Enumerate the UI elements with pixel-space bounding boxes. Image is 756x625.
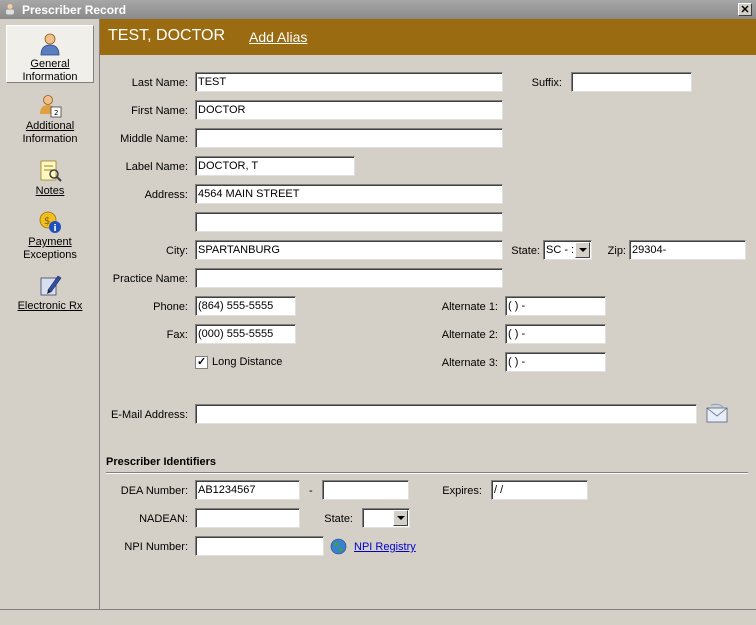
id-state-label: State: <box>324 513 353 525</box>
city-label: City: <box>166 245 188 257</box>
phone-input[interactable]: (864) 555-5555 <box>195 296 296 316</box>
dea-suffix-input[interactable] <box>322 480 409 500</box>
long-distance-label: Long Distance <box>212 356 283 368</box>
sidebar-item-label: Additional <box>25 120 75 132</box>
section-divider <box>106 472 748 474</box>
globe-icon[interactable] <box>330 538 347 555</box>
chevron-down-icon[interactable] <box>575 242 590 258</box>
status-bar <box>0 609 756 625</box>
fax-label: Fax: <box>166 329 188 341</box>
sidebar-item-additional-information[interactable]: 2 Additional Information <box>6 94 94 146</box>
label-name-label: Label Name: <box>125 161 188 173</box>
state-label: State: <box>511 245 540 257</box>
expires-input[interactable]: / / <box>491 480 588 500</box>
sidebar-item-general-information[interactable]: General Information <box>6 25 94 83</box>
person-card-icon: 2 <box>40 95 62 118</box>
svg-text:2: 2 <box>54 109 58 117</box>
middle-name-input[interactable] <box>195 128 503 148</box>
fax-input[interactable]: (000) 555-5555 <box>195 324 296 344</box>
title-bar: Prescriber Record <box>0 0 756 19</box>
phone-label: Phone: <box>153 301 188 313</box>
dea-dash: - <box>309 485 313 497</box>
npi-registry-link[interactable]: NPI Registry <box>354 541 416 553</box>
prescriber-name: TEST, DOCTOR <box>108 27 226 44</box>
last-name-label: Last Name: <box>131 77 188 89</box>
suffix-label: Suffix: <box>531 77 562 89</box>
address-label: Address: <box>144 189 188 201</box>
sidebar-item-electronic-rx[interactable]: Electronic Rx <box>6 274 94 314</box>
address-line2-input[interactable] <box>195 212 503 232</box>
prescriber-identifiers-heading: Prescriber Identifiers <box>106 456 217 468</box>
close-button[interactable]: ✕ <box>738 3 752 16</box>
pencil-icon <box>40 275 62 296</box>
suffix-input[interactable] <box>571 72 692 92</box>
app-person-icon <box>6 4 14 15</box>
npi-number-input[interactable] <box>195 536 324 556</box>
sidebar-item-payment-exceptions[interactable]: $ i Payment Exceptions <box>6 210 94 262</box>
alternate1-input[interactable]: ( ) - <box>505 296 606 316</box>
send-email-icon[interactable] <box>705 403 729 425</box>
long-distance-checkbox[interactable] <box>195 355 208 369</box>
add-alias-link[interactable]: Add Alias <box>249 29 307 45</box>
zip-input[interactable]: 29304- <box>629 240 746 260</box>
id-state-select[interactable] <box>362 508 410 528</box>
sidebar-item-label: Information <box>22 71 78 83</box>
practice-name-input[interactable] <box>195 268 503 288</box>
svg-text:i: i <box>54 224 57 234</box>
first-name-input[interactable]: DOCTOR <box>195 100 503 120</box>
sidebar-item-label: Information <box>22 133 78 145</box>
address-line1-input[interactable]: 4564 MAIN STREET <box>195 184 503 204</box>
email-input[interactable] <box>195 404 697 424</box>
alternate2-input[interactable]: ( ) - <box>505 324 606 344</box>
sidebar-item-label: Notes <box>35 185 65 197</box>
middle-name-label: Middle Name: <box>120 133 188 145</box>
chevron-down-icon[interactable] <box>393 510 408 526</box>
alternate3-label: Alternate 3: <box>441 357 498 369</box>
zip-label: Zip: <box>607 245 626 257</box>
practice-name-label: Practice Name: <box>112 273 188 285</box>
npi-number-label: NPI Number: <box>124 541 188 553</box>
alternate3-input[interactable]: ( ) - <box>505 352 606 372</box>
notes-icon <box>40 160 62 182</box>
window-title: Prescriber Record <box>22 3 127 17</box>
expires-label: Expires: <box>442 485 482 497</box>
dea-number-label: DEA Number: <box>120 485 188 497</box>
sidebar-item-label: Payment <box>28 236 72 248</box>
payment-icon: $i <box>39 211 61 234</box>
email-label: E-Mail Address: <box>110 409 188 421</box>
person-icon <box>40 33 60 56</box>
nadean-label: NADEAN: <box>139 513 188 525</box>
first-name-label: First Name: <box>131 105 188 117</box>
sidebar-item-label: Exceptions <box>23 249 77 261</box>
state-select-value: SC - : <box>546 244 575 256</box>
city-input[interactable]: SPARTANBURG <box>195 240 503 260</box>
sidebar-item-notes[interactable]: Notes <box>6 159 94 199</box>
sidebar-item-label: Electronic Rx <box>17 300 83 312</box>
nadean-input[interactable] <box>195 508 300 528</box>
label-name-input[interactable]: DOCTOR, T <box>195 156 355 176</box>
last-name-input[interactable]: TEST <box>195 72 503 92</box>
sidebar-item-label: General <box>30 58 70 70</box>
alternate1-label: Alternate 1: <box>441 301 498 313</box>
dea-number-input[interactable]: AB1234567 <box>195 480 300 500</box>
record-header: TEST, DOCTOR Add Alias <box>100 19 756 55</box>
alternate2-label: Alternate 2: <box>441 329 498 341</box>
state-select[interactable]: SC - : <box>543 240 592 260</box>
